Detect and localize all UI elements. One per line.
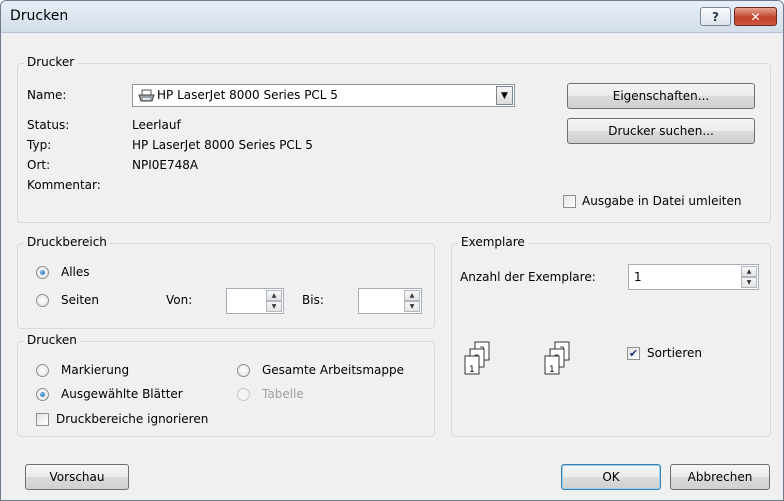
cancel-button[interactable]: Abbrechen bbox=[670, 464, 770, 490]
printer-name-value: HP LaserJet 8000 Series PCL 5 bbox=[157, 88, 338, 102]
print-what-group: Drucken Markierung Gesamte Arbeitsmappe … bbox=[17, 333, 435, 437]
copies-count-spinner[interactable]: 1 ▲ ▼ bbox=[628, 264, 759, 290]
collate-a-page-1: 1 bbox=[469, 365, 475, 375]
close-button[interactable]: ✕ bbox=[734, 7, 777, 26]
window-title: Drucken bbox=[10, 8, 69, 24]
printer-icon bbox=[138, 89, 155, 102]
collate-pages-icon: 3 2 1 bbox=[544, 341, 570, 375]
status-value: Leerlauf bbox=[132, 118, 181, 132]
print-dialog: Drucken ? ✕ Drucker Name: HP LaserJet 80… bbox=[0, 0, 784, 501]
range-pages-label[interactable]: Seiten bbox=[61, 293, 99, 307]
from-spinner[interactable]: ▲ ▼ bbox=[226, 288, 284, 314]
active-sheets-label[interactable]: Ausgewählte Blätter bbox=[61, 387, 183, 401]
printer-group: Drucker Name: HP LaserJet 8000 Series PC… bbox=[17, 55, 771, 223]
table-radio bbox=[237, 388, 250, 401]
range-pages-radio[interactable] bbox=[36, 294, 49, 307]
table-label: Tabelle bbox=[262, 387, 304, 401]
copies-count-label: Anzahl der Exemplare: bbox=[460, 270, 596, 284]
type-label: Typ: bbox=[27, 138, 52, 152]
comment-label: Kommentar: bbox=[27, 178, 101, 192]
location-label: Ort: bbox=[27, 158, 51, 172]
range-all-label[interactable]: Alles bbox=[61, 265, 90, 279]
close-icon: ✕ bbox=[750, 9, 761, 24]
spin-down-icon[interactable]: ▼ bbox=[741, 277, 757, 288]
print-range-group-title: Druckbereich bbox=[24, 235, 110, 249]
copies-group-title: Exemplare bbox=[458, 235, 528, 249]
type-value: HP LaserJet 8000 Series PCL 5 bbox=[132, 138, 313, 152]
print-range-group: Druckbereich Alles Seiten Von: ▲ ▼ Bis: ▲… bbox=[17, 235, 435, 329]
dropdown-arrow-icon[interactable]: ▼ bbox=[496, 86, 513, 105]
selection-radio[interactable] bbox=[36, 364, 49, 377]
collate-b-page-1: 1 bbox=[549, 365, 555, 375]
printer-group-title: Drucker bbox=[24, 55, 78, 69]
location-value: NPI0E748A bbox=[132, 158, 199, 172]
printer-name-label: Name: bbox=[27, 88, 67, 102]
ignore-print-areas-label[interactable]: Druckbereiche ignorieren bbox=[56, 412, 208, 426]
title-bar[interactable]: Drucken ? ✕ bbox=[1, 1, 783, 33]
spin-down-icon[interactable]: ▼ bbox=[266, 301, 282, 312]
help-icon: ? bbox=[712, 9, 719, 24]
properties-button[interactable]: Eigenschaften... bbox=[567, 83, 755, 109]
preview-button[interactable]: Vorschau bbox=[25, 464, 129, 490]
printer-name-select[interactable]: HP LaserJet 8000 Series PCL 5 ▼ bbox=[132, 84, 515, 107]
copies-count-value: 1 bbox=[634, 270, 642, 284]
to-label: Bis: bbox=[302, 293, 324, 307]
ignore-print-areas-checkbox[interactable] bbox=[36, 413, 49, 426]
status-label: Status: bbox=[27, 118, 70, 132]
help-button[interactable]: ? bbox=[700, 7, 731, 26]
from-label: Von: bbox=[166, 293, 193, 307]
spin-up-icon[interactable]: ▲ bbox=[266, 290, 282, 301]
active-sheets-radio[interactable] bbox=[36, 388, 49, 401]
copies-group: Exemplare Anzahl der Exemplare: 1 ▲▼ 3 2… bbox=[451, 235, 771, 437]
collate-label[interactable]: Sortieren bbox=[647, 346, 702, 360]
range-all-radio[interactable] bbox=[36, 266, 49, 279]
collate-checkbox[interactable]: ✔ bbox=[627, 347, 640, 360]
to-spinner[interactable]: ▲ ▼ bbox=[358, 288, 422, 314]
print-to-file-checkbox[interactable] bbox=[563, 195, 576, 208]
workbook-radio[interactable] bbox=[237, 364, 250, 377]
print-what-group-title: Drucken bbox=[24, 333, 80, 347]
print-to-file-label[interactable]: Ausgabe in Datei umleiten bbox=[582, 194, 741, 208]
spin-down-icon[interactable]: ▼ bbox=[404, 301, 420, 312]
collate-pages-icon: 3 2 1 bbox=[464, 341, 490, 375]
ok-button[interactable]: OK bbox=[561, 464, 661, 490]
checkmark-icon: ✔ bbox=[628, 347, 639, 360]
find-printer-button[interactable]: Drucker suchen... bbox=[567, 118, 755, 144]
workbook-label[interactable]: Gesamte Arbeitsmappe bbox=[262, 363, 404, 377]
spin-up-icon[interactable]: ▲ bbox=[741, 266, 757, 277]
selection-label[interactable]: Markierung bbox=[61, 363, 129, 377]
spin-up-icon[interactable]: ▲ bbox=[404, 290, 420, 301]
